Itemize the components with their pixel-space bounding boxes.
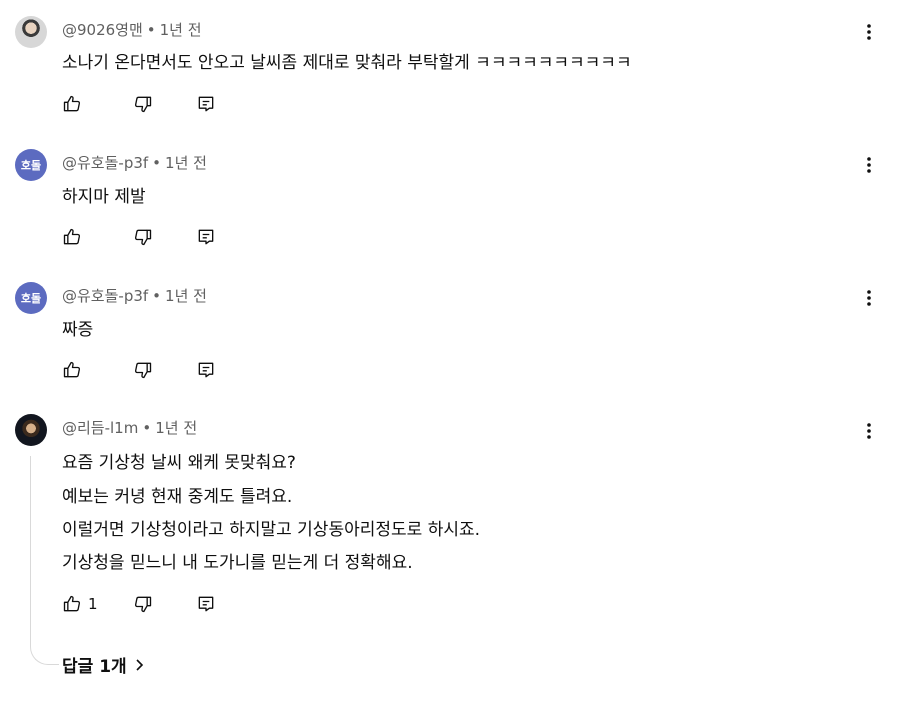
- comment-time[interactable]: 1년 전: [165, 154, 207, 172]
- more-actions-button[interactable]: [857, 153, 881, 177]
- thumbs-down-icon: [134, 96, 152, 113]
- comment-text-line: 이럴거면 기상청이라고 하지말고 기상동아리정도로 하시죠.: [62, 520, 481, 540]
- comment-actions: [60, 358, 260, 382]
- reply-button[interactable]: [194, 92, 218, 116]
- author-name[interactable]: @유호돌-p3f: [62, 287, 148, 305]
- replies-label: 답글 1개: [62, 657, 127, 677]
- dislike-button[interactable]: [131, 92, 155, 116]
- like-count: 1: [88, 595, 98, 613]
- vertical-ellipsis-icon: [867, 24, 871, 40]
- comment-text: 소나기 온다면서도 안오고 날씨좀 제대로 맞춰라 부탁할게 ㅋㅋㅋㅋㅋㅋㅋㅋㅋ…: [62, 53, 632, 73]
- comment-actions: [60, 225, 260, 249]
- like-button[interactable]: [60, 92, 84, 116]
- more-actions-button[interactable]: [857, 286, 881, 310]
- author-name[interactable]: @리듬-l1m: [62, 419, 138, 437]
- meta-separator: •: [152, 287, 162, 305]
- like-button[interactable]: [60, 225, 84, 249]
- reply-button[interactable]: [194, 225, 218, 249]
- comment-meta: @9026영맨 • 1년 전: [62, 19, 202, 40]
- reply-button[interactable]: [194, 592, 218, 616]
- avatar[interactable]: 호돌: [15, 282, 47, 314]
- like-button[interactable]: [60, 358, 84, 382]
- reply-icon: [198, 362, 214, 378]
- reply-icon: [198, 229, 214, 245]
- comment-text-line: 기상청을 믿느니 내 도가니를 믿는게 더 정확해요.: [62, 553, 413, 573]
- avatar-initials: 호돌: [20, 159, 42, 172]
- thumbs-up-icon: [63, 95, 81, 112]
- avatar-initials: 호돌: [20, 292, 42, 305]
- thumbs-up-icon: [63, 228, 81, 245]
- thumbs-down-icon: [134, 362, 152, 379]
- vertical-ellipsis-icon: [867, 290, 871, 306]
- view-replies-button[interactable]: 답글 1개: [62, 652, 147, 677]
- thread-connector: [30, 456, 59, 665]
- comment-meta: @유호돌-p3f • 1년 전: [62, 152, 207, 173]
- dislike-button[interactable]: [131, 358, 155, 382]
- meta-separator: •: [152, 154, 162, 172]
- reply-button[interactable]: [194, 358, 218, 382]
- chevron-right-icon: [136, 658, 143, 671]
- meta-separator: •: [146, 21, 156, 39]
- comment-actions: [60, 92, 260, 116]
- thumbs-up-icon: [63, 595, 81, 612]
- avatar[interactable]: [15, 16, 47, 48]
- avatar[interactable]: [15, 414, 47, 446]
- comment-meta: @유호돌-p3f • 1년 전: [62, 285, 207, 306]
- comment-text: 하지마 제발: [62, 187, 146, 207]
- dislike-button[interactable]: [131, 225, 155, 249]
- like-button[interactable]: [60, 592, 84, 616]
- vertical-ellipsis-icon: [867, 157, 871, 173]
- thumbs-up-icon: [63, 361, 81, 378]
- reply-icon: [198, 96, 214, 112]
- thumbs-down-icon: [134, 229, 152, 246]
- avatar[interactable]: 호돌: [15, 149, 47, 181]
- reply-icon: [198, 596, 214, 612]
- thumbs-down-icon: [134, 596, 152, 613]
- vertical-ellipsis-icon: [867, 423, 871, 439]
- comment-meta: @리듬-l1m • 1년 전: [62, 417, 197, 438]
- author-name[interactable]: @유호돌-p3f: [62, 154, 148, 172]
- comment-time[interactable]: 1년 전: [165, 287, 207, 305]
- meta-separator: •: [142, 419, 152, 437]
- comment-actions: 1: [60, 592, 260, 616]
- comment-time[interactable]: 1년 전: [160, 21, 202, 39]
- more-actions-button[interactable]: [857, 419, 881, 443]
- comment-text: 짜증: [62, 320, 94, 340]
- more-actions-button[interactable]: [857, 20, 881, 44]
- comment-text-line: 요즘 기상청 날씨 왜케 못맞춰요?: [62, 453, 296, 473]
- dislike-button[interactable]: [131, 592, 155, 616]
- author-name[interactable]: @9026영맨: [62, 21, 143, 39]
- comment-time[interactable]: 1년 전: [155, 419, 197, 437]
- comment-text-line: 예보는 커녕 현재 중계도 틀려요.: [62, 487, 293, 507]
